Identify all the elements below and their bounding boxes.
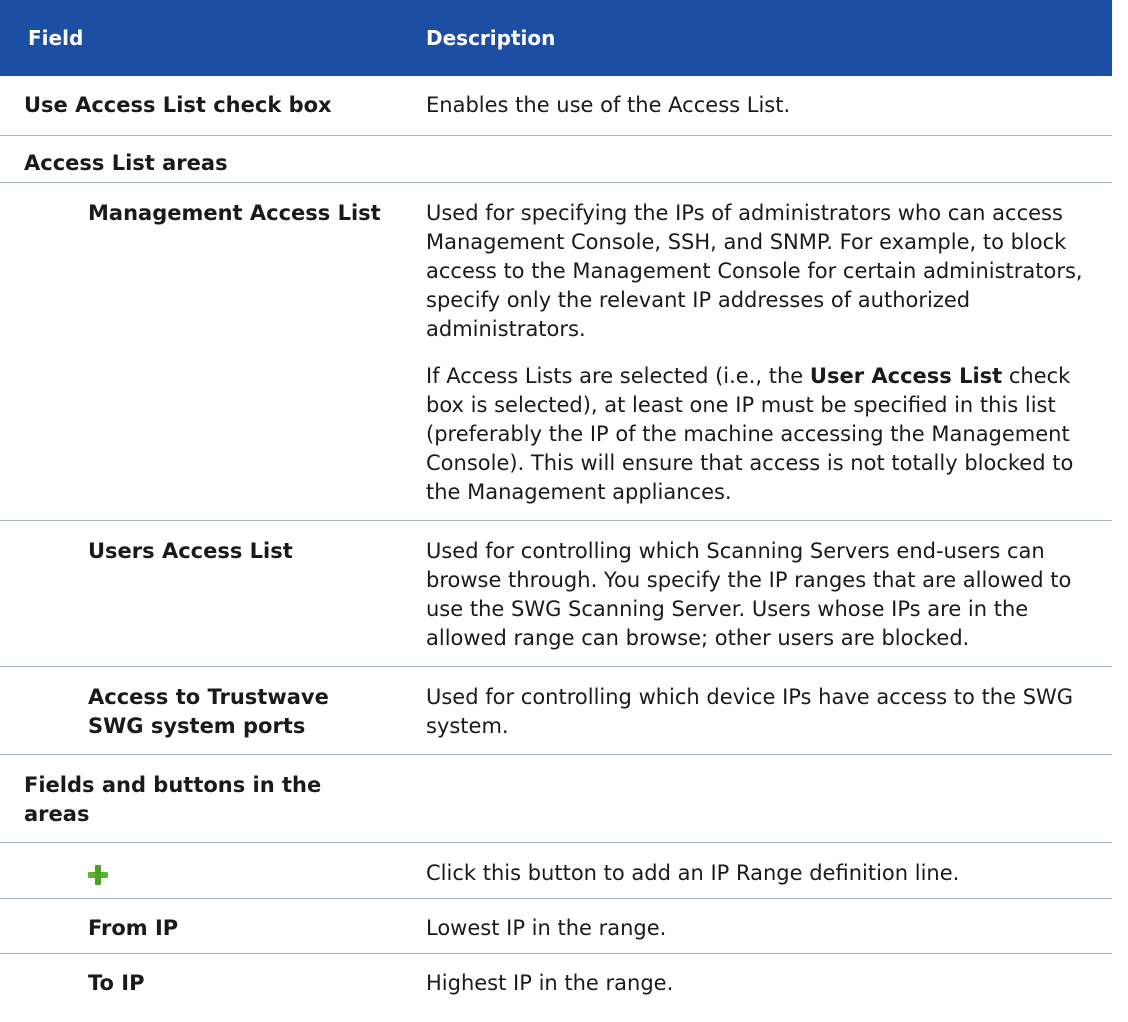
section-access-list-areas: Access List areas [0,135,1112,183]
field-column-header: Field [0,0,400,76]
description-system-ports: Used for controlling which device IPs ha… [400,666,1112,755]
field-description-table: Field Description Use Access List check … [0,0,1112,1008]
table-row: Click this button to add an IP Range def… [0,842,1112,899]
description-text: If Access Lists are selected (i.e., the [426,364,810,388]
section-fields-and-buttons: Fields and buttons in the areas [0,754,400,843]
field-system-ports: Access to Trustwave SWG system ports [0,666,400,755]
table-row: From IP Lowest IP in the range. [0,898,1112,954]
field-from-ip: From IP [0,898,400,954]
field-users-access-list: Users Access List [0,520,400,667]
table-header-row: Field Description [0,0,1112,76]
description-empty [400,754,1112,843]
description-from-ip: Lowest IP in the range. [400,898,1112,954]
description-paragraph: Used for specifying the IPs of administr… [426,201,1083,341]
table-row: To IP Highest IP in the range. [0,954,1112,1009]
table-section-row: Access List areas [0,135,1112,183]
description-paragraph: If Access Lists are selected (i.e., the … [426,362,1102,507]
description-to-ip: Highest IP in the range. [426,971,674,995]
table-row: Users Access List Used for controlling w… [0,520,1112,667]
table-header: Field Description [0,0,1112,76]
description-users-access-list: Used for controlling which Scanning Serv… [400,520,1112,667]
field-management-access-list: Management Access List [0,182,400,521]
table-section-row: Fields and buttons in the areas [0,754,1112,843]
description-add-button: Click this button to add an IP Range def… [400,842,1112,899]
field-add-button [0,842,400,899]
description-management-access-list: Used for specifying the IPs of administr… [400,182,1112,521]
plus-icon [88,865,108,885]
description-use-access-list: Enables the use of the Access List. [400,76,1112,136]
table-row: Use Access List check box Enables the us… [0,76,1112,136]
description-column-header: Description [400,0,1112,76]
table-row: Management Access List Used for specifyi… [0,182,1112,521]
user-access-list-term: User Access List [809,364,1003,388]
field-use-access-list: Use Access List check box [0,76,400,136]
field-to-ip: To IP [88,971,145,995]
table-row: Access to Trustwave SWG system ports Use… [0,666,1112,755]
